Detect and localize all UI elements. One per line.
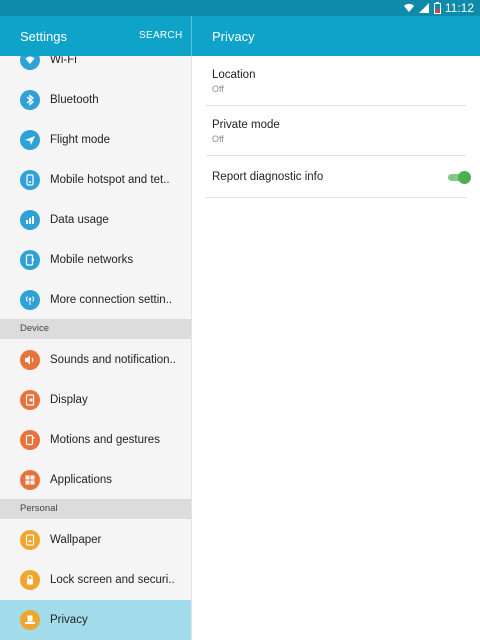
private-mode-setting[interactable]: Private mode Off [206, 106, 466, 156]
bluetooth-icon [20, 90, 40, 110]
toggle-thumb [458, 171, 471, 184]
section-label: Personal [20, 503, 58, 514]
sidebar-item-hotspot[interactable]: Mobile hotspot and tet.. [0, 160, 191, 200]
settings-title: Settings [20, 29, 67, 44]
sidebar-item-label: Motions and gestures [50, 434, 160, 446]
lock-icon [20, 570, 40, 590]
sidebar-item-sounds[interactable]: Sounds and notification.. [0, 340, 191, 380]
status-time: 11:12 [444, 1, 474, 15]
privacy-title: Privacy [212, 29, 255, 44]
section-label: Device [20, 323, 50, 334]
data-usage-icon [20, 210, 40, 230]
sidebar-item-label: Privacy [50, 614, 88, 626]
location-title: Location [212, 69, 256, 81]
settings-list: Wi-Fi Bluetooth Flight mode Mobile hotsp… [0, 56, 192, 640]
sidebar-item-label: Data usage [50, 214, 109, 226]
divider [206, 197, 466, 198]
motions-icon [20, 430, 40, 450]
sound-icon [20, 350, 40, 370]
status-bar: 11:12 [0, 0, 480, 16]
sidebar-item-label: Applications [50, 474, 113, 486]
sidebar-item-label: Wi-Fi [50, 56, 77, 66]
sidebar-item-wifi[interactable]: Wi-Fi [0, 56, 191, 80]
battery-icon [433, 2, 441, 14]
sidebar-item-display[interactable]: Display [0, 380, 191, 420]
wallpaper-icon [20, 530, 40, 550]
location-setting[interactable]: Location Off [206, 56, 466, 106]
private-mode-title: Private mode [212, 119, 280, 131]
sidebar-item-label: Lock screen and securi.. [50, 574, 175, 586]
sidebar-item-motions[interactable]: Motions and gestures [0, 420, 191, 460]
wifi-icon [403, 3, 415, 13]
display-icon [20, 390, 40, 410]
sidebar-item-wallpaper[interactable]: Wallpaper [0, 520, 191, 560]
report-diagnostic-title: Report diagnostic info [212, 171, 324, 183]
app-bar: Settings SEARCH Privacy [0, 16, 480, 56]
sidebar-item-label: More connection settin.. [50, 294, 173, 306]
wifi-icon [20, 56, 40, 70]
section-header-device: Device [0, 319, 191, 339]
private-mode-value: Off [212, 134, 224, 144]
sidebar-item-mobile-networks[interactable]: Mobile networks [0, 240, 191, 280]
privacy-panel: Location Off Private mode Off Report dia… [192, 56, 480, 640]
sidebar-item-more-connection[interactable]: More connection settin.. [0, 280, 191, 320]
mobile-networks-icon [20, 250, 40, 270]
report-diagnostic-toggle[interactable] [448, 170, 472, 184]
more-connection-icon [20, 290, 40, 310]
sidebar-item-label: Display [50, 394, 88, 406]
sidebar-item-label: Mobile networks [50, 254, 134, 266]
search-button[interactable]: SEARCH [139, 30, 182, 41]
sidebar-item-label: Flight mode [50, 134, 111, 146]
sidebar-item-label: Sounds and notification.. [50, 354, 176, 366]
hotspot-icon [20, 170, 40, 190]
report-diagnostic-setting[interactable]: Report diagnostic info [206, 156, 471, 198]
sidebar-item-label: Wallpaper [50, 534, 102, 546]
sidebar-item-label: Bluetooth [50, 94, 99, 106]
location-value: Off [212, 84, 224, 94]
section-header-personal: Personal [0, 499, 191, 519]
sidebar-item-privacy[interactable]: Privacy [0, 600, 191, 640]
sidebar-item-label: Mobile hotspot and tet.. [50, 174, 170, 186]
applications-icon [20, 470, 40, 490]
sidebar-item-applications[interactable]: Applications [0, 460, 191, 500]
sidebar-item-data-usage[interactable]: Data usage [0, 200, 191, 240]
sidebar-item-lock-screen[interactable]: Lock screen and securi.. [0, 560, 191, 600]
sidebar-item-bluetooth[interactable]: Bluetooth [0, 80, 191, 120]
sidebar-item-flight-mode[interactable]: Flight mode [0, 120, 191, 160]
signal-icon [418, 3, 430, 13]
appbar-divider [191, 16, 192, 56]
privacy-icon [20, 610, 40, 630]
airplane-icon [20, 130, 40, 150]
